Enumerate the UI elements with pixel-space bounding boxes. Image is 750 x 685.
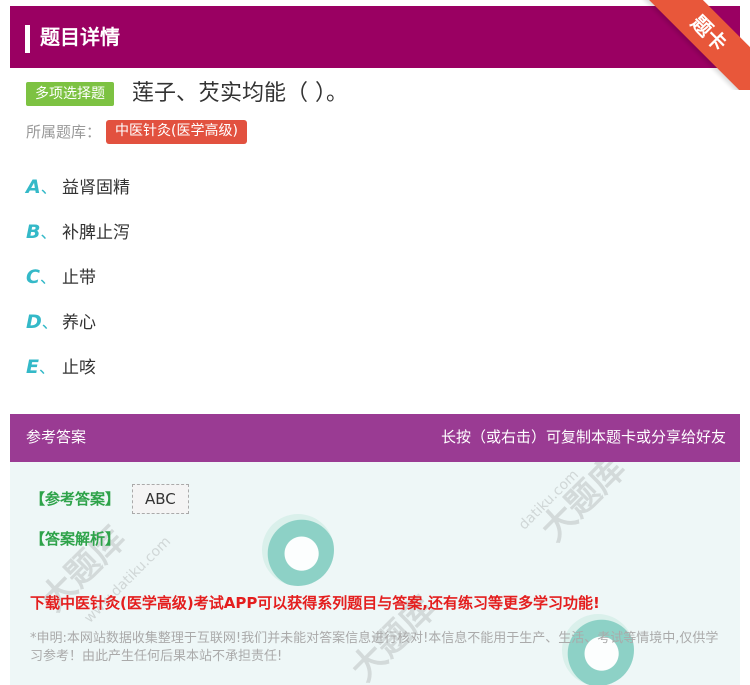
bank-name-tag[interactable]: 中医针灸(医学高级) xyxy=(106,120,247,144)
option-e[interactable]: E、 止咳 xyxy=(26,352,96,382)
bank-label: 所属题库： xyxy=(26,123,102,141)
option-letter: B、 xyxy=(26,221,57,243)
answer-section-body: 大题库 大题库 大题库 www.datiku.com datiku.com 【参… xyxy=(10,462,740,685)
watermark-logo-icon xyxy=(262,514,334,586)
option-text: 益肾固精 xyxy=(62,178,130,198)
disclaimer-text: *申明:本网站数据收集整理于互联网!我们并未能对答案信息进行核对!本信息不能用于… xyxy=(30,631,719,664)
option-text: 止带 xyxy=(62,268,96,288)
answer-value[interactable]: ABC xyxy=(132,484,189,514)
share-hint: 长按（或右击）可复制本题卡或分享给好友 xyxy=(440,428,726,446)
answer-label: 【参考答案】 xyxy=(30,490,121,508)
answer-section-header: 参考答案 长按（或右击）可复制本题卡或分享给好友 xyxy=(10,414,740,462)
option-letter: C、 xyxy=(26,266,56,288)
page-header: 题目详情 xyxy=(10,6,740,68)
question-card-ribbon[interactable]: 题卡 xyxy=(642,0,750,90)
question-type-badge: 多项选择题 xyxy=(26,82,114,106)
option-d[interactable]: D、 养心 xyxy=(26,307,96,337)
page-title: 题目详情 xyxy=(40,25,120,49)
option-letter: A、 xyxy=(26,176,57,198)
option-a[interactable]: A、 益肾固精 xyxy=(26,172,130,202)
analysis-label: 【答案解析】 xyxy=(30,530,121,548)
option-letter: E、 xyxy=(26,356,55,378)
app-promo-link[interactable]: 下载中医针灸(医学高级)考试APP可以获得系列题目与答案,还有练习等更多学习功能… xyxy=(30,592,600,613)
option-text: 补脾止泻 xyxy=(62,223,130,243)
question-title: 莲子、芡实均能（ ）。 xyxy=(132,81,348,106)
option-text: 养心 xyxy=(62,313,96,333)
option-c[interactable]: C、 止带 xyxy=(26,262,96,292)
ribbon-corner: 题卡 xyxy=(640,0,750,90)
option-b[interactable]: B、 补脾止泻 xyxy=(26,217,130,247)
option-letter: D、 xyxy=(26,311,58,333)
header-accent-bar xyxy=(25,25,30,53)
answer-section-title: 参考答案 xyxy=(26,428,87,446)
option-text: 止咳 xyxy=(62,358,96,378)
